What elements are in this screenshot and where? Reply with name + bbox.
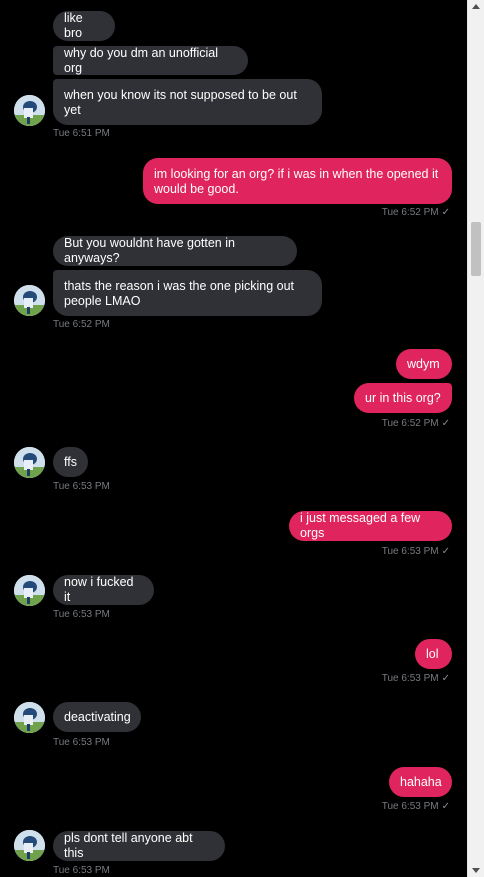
sent-check-icon: ✓ xyxy=(441,418,450,429)
scrollbar-thumb[interactable] xyxy=(471,222,481,276)
timestamp: Tue 6:52 PM ✓ xyxy=(381,418,450,429)
timestamp: Tue 6:53 PM xyxy=(53,865,110,876)
outgoing-message[interactable]: wdym xyxy=(396,349,452,379)
outgoing-message[interactable]: lol xyxy=(415,639,452,669)
sent-check-icon: ✓ xyxy=(441,801,450,812)
timestamp: Tue 6:53 PM ✓ xyxy=(381,546,450,557)
timestamp: Tue 6:53 PM xyxy=(53,481,110,492)
sent-check-icon: ✓ xyxy=(441,546,450,557)
timestamp: Tue 6:53 PM ✓ xyxy=(381,673,450,684)
avatar[interactable] xyxy=(14,447,45,478)
timestamp: Tue 6:52 PM xyxy=(53,319,110,330)
timestamp: Tue 6:53 PM ✓ xyxy=(381,801,450,812)
incoming-message[interactable]: thats the reason i was the one picking o… xyxy=(53,270,322,316)
avatar[interactable] xyxy=(14,575,45,606)
avatar[interactable] xyxy=(14,702,45,733)
timestamp: Tue 6:52 PM ✓ xyxy=(381,207,450,218)
timestamp: Tue 6:53 PM xyxy=(53,737,110,748)
incoming-message[interactable]: pls dont tell anyone abt this xyxy=(53,831,225,861)
user-avatar-icon xyxy=(14,702,45,733)
user-avatar-icon xyxy=(14,95,45,126)
incoming-message[interactable]: ffs xyxy=(53,447,88,477)
outgoing-message[interactable]: ur in this org? xyxy=(354,383,452,413)
avatar[interactable] xyxy=(14,830,45,861)
user-avatar-icon xyxy=(14,285,45,316)
avatar[interactable] xyxy=(14,95,45,126)
conversation-thread: like bro why do you dm an unofficial org… xyxy=(0,0,464,877)
user-avatar-icon xyxy=(14,447,45,478)
timestamp: Tue 6:53 PM xyxy=(53,609,110,620)
avatar[interactable] xyxy=(14,285,45,316)
vertical-scrollbar[interactable] xyxy=(467,0,484,877)
incoming-message[interactable]: now i fucked it xyxy=(53,575,154,605)
incoming-message[interactable]: deactivating xyxy=(53,702,141,732)
outgoing-message[interactable]: hahaha xyxy=(389,767,452,797)
incoming-message[interactable]: why do you dm an unofficial org xyxy=(53,46,248,75)
sent-check-icon: ✓ xyxy=(441,207,450,218)
scroll-up-arrow-icon[interactable] xyxy=(468,0,484,14)
incoming-message[interactable]: But you wouldnt have gotten in anyways? xyxy=(53,236,297,266)
timestamp: Tue 6:51 PM xyxy=(53,128,110,139)
scroll-down-arrow-icon[interactable] xyxy=(468,863,484,877)
outgoing-message[interactable]: i just messaged a few orgs xyxy=(289,511,452,541)
sent-check-icon: ✓ xyxy=(441,673,450,684)
incoming-message[interactable]: like bro xyxy=(53,11,115,41)
outgoing-message[interactable]: im looking for an org? if i was in when … xyxy=(143,158,452,204)
user-avatar-icon xyxy=(14,830,45,861)
incoming-message[interactable]: when you know its not supposed to be out… xyxy=(53,79,322,125)
user-avatar-icon xyxy=(14,575,45,606)
